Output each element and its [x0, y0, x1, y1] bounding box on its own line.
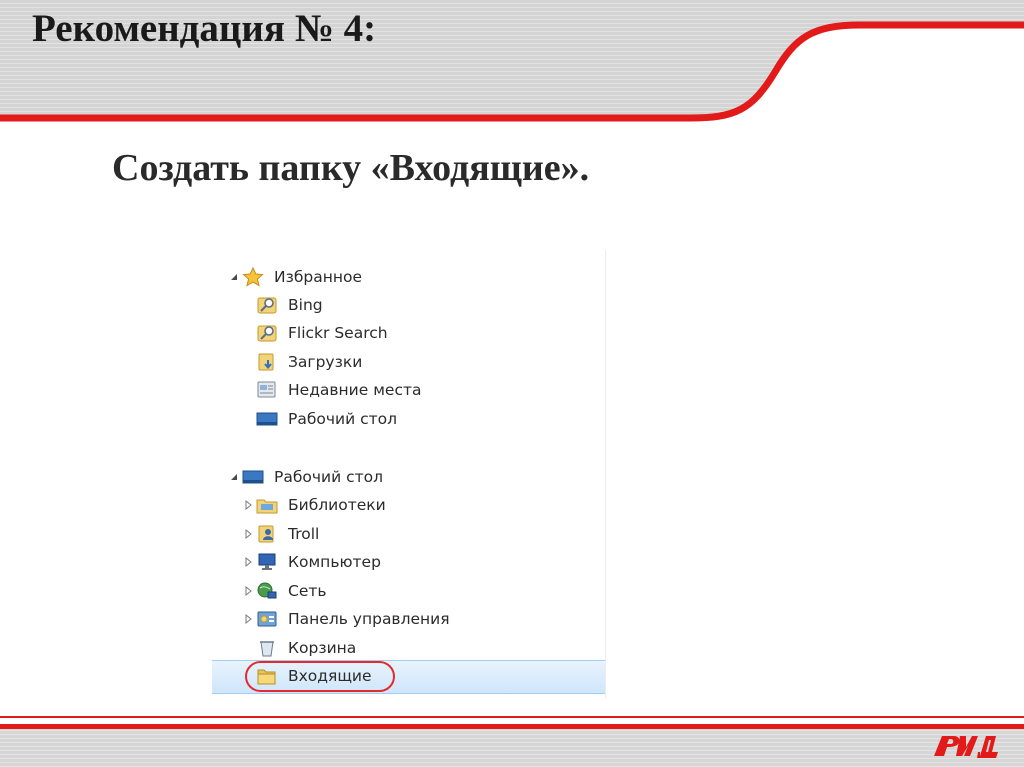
tree-item-label: Flickr Search — [288, 324, 388, 342]
tree-item-label: Загрузки — [288, 353, 363, 371]
tree-item-label: Компьютер — [288, 553, 381, 571]
tree-item-label: Рабочий стол — [274, 468, 384, 486]
expanded-arrow-icon[interactable] — [228, 271, 240, 283]
downloads-folder-icon — [256, 352, 278, 372]
slide-title: Рекомендация № 4: — [32, 7, 377, 50]
computer-icon — [256, 552, 278, 572]
highlight-ring — [245, 661, 395, 692]
tree-item-network[interactable]: Сеть — [242, 578, 327, 604]
desktop-icon — [256, 409, 278, 429]
tree-item-control-panel[interactable]: Панель управления — [242, 606, 450, 632]
tree-item-computer[interactable]: Компьютер — [242, 549, 381, 575]
collapsed-arrow-icon[interactable] — [242, 499, 254, 511]
libraries-icon — [256, 495, 278, 515]
explorer-navigation-pane: Избранное Bing Flickr Search Загрузки Не… — [212, 250, 606, 698]
tree-item-desktop[interactable]: Рабочий стол — [228, 464, 383, 490]
tree-item-recent-places[interactable]: Недавние места — [256, 377, 422, 403]
tree-item-label: Сеть — [288, 582, 327, 600]
tree-item-label: Troll — [288, 525, 320, 543]
recent-places-icon — [256, 380, 278, 400]
user-folder-icon — [256, 524, 278, 544]
tree-item-downloads[interactable]: Загрузки — [256, 349, 362, 375]
footer-line — [0, 716, 1024, 718]
tree-item-recycle-bin[interactable]: Корзина — [256, 635, 356, 661]
collapsed-arrow-icon[interactable] — [242, 585, 254, 597]
control-panel-icon — [256, 609, 278, 629]
collapsed-arrow-icon[interactable] — [242, 613, 254, 625]
rzd-logo — [934, 736, 998, 758]
tree-item-label: Bing — [288, 296, 323, 314]
recycle-bin-icon — [256, 638, 278, 658]
tree-item-favorites[interactable]: Избранное — [228, 264, 362, 290]
tree-item-favorites-desktop[interactable]: Рабочий стол — [256, 406, 397, 432]
tree-item-troll[interactable]: Troll — [242, 521, 319, 547]
tree-item-label: Библиотеки — [288, 496, 386, 514]
tree-item-libraries[interactable]: Библиотеки — [242, 492, 386, 518]
desktop-icon — [242, 467, 264, 487]
collapsed-arrow-icon[interactable] — [242, 556, 254, 568]
star-icon — [242, 267, 264, 287]
tree-item-flickr-search[interactable]: Flickr Search — [256, 320, 388, 346]
tree-item-bing[interactable]: Bing — [256, 292, 323, 318]
tree-item-label: Панель управления — [288, 610, 450, 628]
tree-item-label: Рабочий стол — [288, 410, 398, 428]
slide-subtitle: Создать папку «Входящие». — [112, 147, 590, 189]
tree-item-label: Избранное — [274, 268, 363, 286]
search-folder-icon — [256, 323, 278, 343]
tree-item-label: Недавние места — [288, 381, 422, 399]
network-icon — [256, 581, 278, 601]
collapsed-arrow-icon[interactable] — [242, 528, 254, 540]
expanded-arrow-icon[interactable] — [228, 471, 240, 483]
footer-band — [0, 724, 1024, 767]
tree-item-label: Корзина — [288, 639, 357, 657]
search-folder-icon — [256, 295, 278, 315]
